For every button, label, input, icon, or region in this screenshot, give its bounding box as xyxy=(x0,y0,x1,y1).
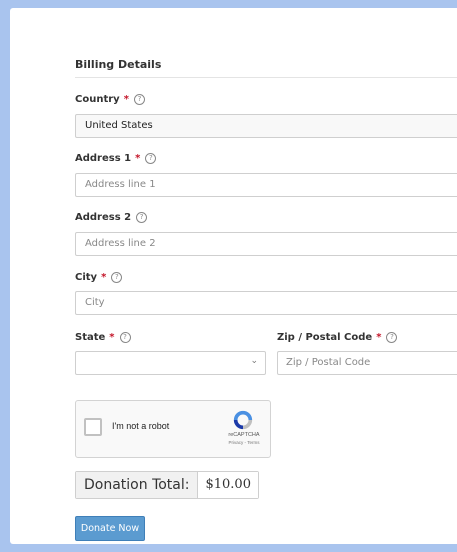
address2-field[interactable]: Address line 2 xyxy=(75,232,457,256)
country-field[interactable]: United States xyxy=(75,114,457,138)
section-divider xyxy=(75,77,457,78)
donate-now-button[interactable]: Donate Now xyxy=(75,516,145,541)
address1-label-text: Address 1 xyxy=(75,153,132,164)
donation-total-amount: $10.00 xyxy=(198,472,258,498)
required-marker: * xyxy=(101,272,107,283)
city-field[interactable]: City xyxy=(75,291,457,315)
required-marker: * xyxy=(123,94,129,105)
country-label: Country * ? xyxy=(75,94,145,105)
state-label-text: State xyxy=(75,332,106,343)
donation-total-label: Donation Total: xyxy=(76,472,199,498)
address2-label-text: Address 2 xyxy=(75,212,132,223)
help-icon[interactable]: ? xyxy=(145,153,157,164)
help-icon[interactable]: ? xyxy=(133,94,145,105)
zip-field[interactable]: Zip / Postal Code xyxy=(277,351,457,375)
chevron-down-icon: ⌄ xyxy=(250,356,258,366)
help-icon[interactable]: ? xyxy=(111,272,123,283)
help-icon[interactable]: ? xyxy=(119,332,131,343)
state-select[interactable]: ⌄ xyxy=(75,351,266,375)
country-label-text: Country xyxy=(75,94,120,105)
help-icon[interactable]: ? xyxy=(386,332,398,343)
address1-field[interactable]: Address line 1 xyxy=(75,173,457,197)
address2-label: Address 2 ? xyxy=(75,212,148,223)
state-label: State * ? xyxy=(75,332,131,343)
recaptcha-logo-icon xyxy=(233,410,253,430)
required-marker: * xyxy=(376,332,382,343)
recaptcha-checkbox[interactable] xyxy=(84,418,102,436)
recaptcha-brand: reCAPTCHA xyxy=(228,432,260,438)
donation-total: Donation Total: $10.00 xyxy=(75,471,259,499)
required-marker: * xyxy=(109,332,115,343)
recaptcha-label: I'm not a robot xyxy=(112,421,170,431)
address1-label: Address 1 * ? xyxy=(75,153,157,164)
zip-label: Zip / Postal Code * ? xyxy=(277,332,398,343)
billing-card: Billing Details Country * ? United State… xyxy=(10,8,457,544)
city-label-text: City xyxy=(75,272,98,283)
city-label: City * ? xyxy=(75,272,123,283)
zip-label-text: Zip / Postal Code xyxy=(277,332,373,343)
help-icon[interactable]: ? xyxy=(136,212,148,223)
billing-details-heading: Billing Details xyxy=(75,58,162,71)
required-marker: * xyxy=(135,153,141,164)
recaptcha-widget: I'm not a robot reCAPTCHA Privacy - Term… xyxy=(75,400,271,458)
recaptcha-privacy-terms-link[interactable]: Privacy - Terms xyxy=(220,440,268,445)
